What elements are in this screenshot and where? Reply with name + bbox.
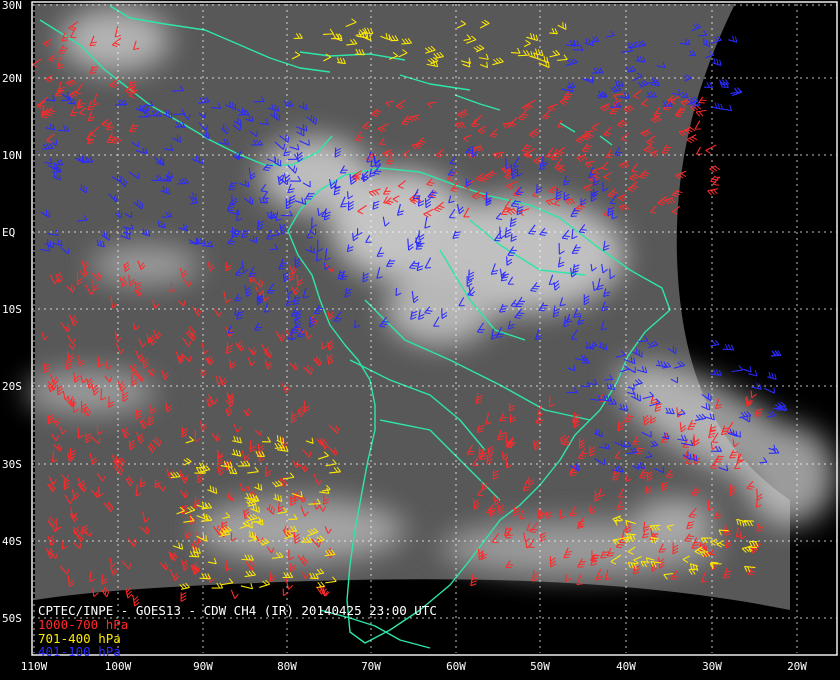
wind-barb-shaft xyxy=(750,390,753,398)
wind-barb-shaft xyxy=(352,232,354,241)
wind-barb-shaft xyxy=(170,282,173,293)
wind-barb-shaft xyxy=(270,248,279,251)
wind-barb-shaft xyxy=(424,198,427,208)
wind-barb-shaft xyxy=(407,238,410,251)
wind-barb-shaft xyxy=(478,446,481,458)
wind-barb-shaft xyxy=(640,560,650,563)
wind-barb-shaft xyxy=(549,32,558,35)
wind-barb-shaft xyxy=(308,503,321,505)
wind-barb-shaft xyxy=(309,577,319,580)
wind-barb-shaft xyxy=(290,328,293,341)
wind-barb-shaft xyxy=(499,226,501,239)
wind-barb-shaft xyxy=(189,555,199,558)
wind-barb-shaft xyxy=(274,447,285,449)
wind-barb-shaft xyxy=(536,183,538,194)
wind-barb-shaft xyxy=(362,272,365,283)
wind-barb-shaft xyxy=(247,499,259,502)
wind-barb-shaft xyxy=(77,427,80,439)
wind-barb-shaft xyxy=(56,384,59,396)
wind-barb-shaft xyxy=(265,466,267,477)
wind-barb-shaft xyxy=(334,147,337,158)
wind-barb-shaft xyxy=(505,157,507,169)
satellite-wind-map: 30N 20N 10N EQ 10S 20S 30S 40S 50S 110W … xyxy=(0,0,840,680)
wind-barb-shaft xyxy=(322,495,325,505)
wind-barb-shaft xyxy=(272,234,280,236)
wind-barb-shaft xyxy=(277,501,280,512)
wind-barb-shaft xyxy=(150,114,161,117)
wind-barb-shaft xyxy=(492,469,495,480)
wind-barb-shaft xyxy=(97,356,100,368)
wind-barb-shaft xyxy=(517,54,530,57)
wind-barb-shaft xyxy=(346,191,349,199)
wind-barb-shaft xyxy=(710,561,719,564)
wind-barb-shaft xyxy=(286,527,289,539)
wind-barb-shaft xyxy=(199,577,211,580)
wind-barb-shaft xyxy=(225,262,228,271)
wind-barb-shaft xyxy=(172,89,184,92)
wind-barb-shaft xyxy=(604,378,613,381)
wind-barb-shaft xyxy=(237,113,249,116)
wind-barb-shaft xyxy=(610,106,621,108)
wind-barb-shaft xyxy=(354,319,356,328)
wind-barb-shaft xyxy=(100,388,103,401)
wind-barb-shaft xyxy=(468,269,470,281)
wind-barb-shaft xyxy=(748,546,757,549)
wind-barb-shaft xyxy=(718,529,729,532)
wind-barb-shaft xyxy=(698,34,707,37)
wind-barb-shaft xyxy=(626,533,637,536)
wind-barb-shaft xyxy=(510,51,521,54)
wind-barb-shaft xyxy=(725,537,727,549)
wind-barb-shaft xyxy=(65,359,68,370)
wind-barb-shaft xyxy=(69,448,72,459)
wind-barb-shaft xyxy=(161,216,173,218)
wind-barb-shaft xyxy=(505,432,508,444)
wind-barb-shaft xyxy=(253,100,265,103)
map-canvas xyxy=(0,0,840,680)
wind-barb-shaft xyxy=(743,520,754,522)
wind-barb-shaft xyxy=(355,53,365,56)
wind-barb-shaft xyxy=(650,524,661,527)
wind-barb-shaft xyxy=(172,113,185,116)
wind-barb-shaft xyxy=(638,340,648,342)
wind-barb-shaft xyxy=(572,48,584,51)
wind-barb-shaft xyxy=(311,217,313,228)
wind-barb-shaft xyxy=(323,33,334,35)
